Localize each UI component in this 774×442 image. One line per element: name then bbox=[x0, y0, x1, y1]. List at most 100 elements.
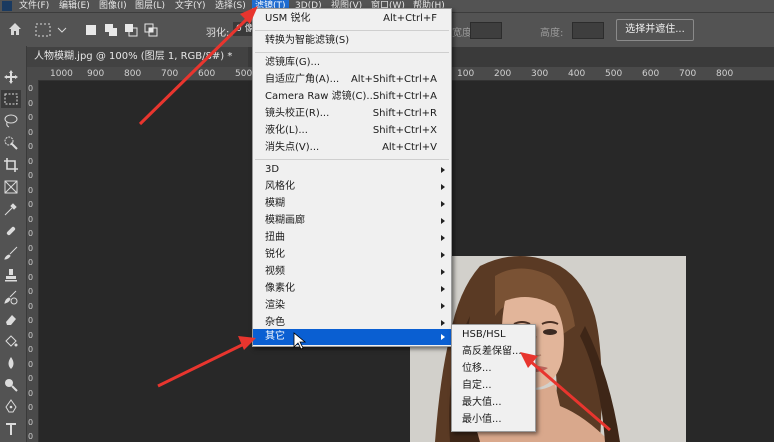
menu-item-label: 滤镜库(G)... bbox=[265, 57, 321, 68]
move-tool-icon[interactable] bbox=[1, 68, 21, 86]
width-input[interactable] bbox=[470, 22, 502, 39]
new-selection-icon[interactable] bbox=[84, 23, 98, 37]
paint-bucket-tool-icon[interactable] bbox=[1, 332, 21, 350]
menu-item-other[interactable]: 其它 bbox=[253, 329, 451, 345]
ruler-tick-label: 0 bbox=[28, 330, 34, 340]
menu-item-video[interactable]: 视频 bbox=[253, 264, 451, 280]
marquee-preset-icon[interactable] bbox=[34, 21, 70, 39]
feather-input[interactable]: 0 像 bbox=[233, 22, 254, 36]
height-label: 高度: bbox=[540, 28, 564, 39]
menu-item-shortcut: Alt+Ctrl+F bbox=[383, 13, 437, 24]
menu-item-stylize[interactable]: 风格化 bbox=[253, 179, 451, 195]
menu-item-render[interactable]: 渲染 bbox=[253, 298, 451, 314]
menu-item-vanishing-point[interactable]: 消失点(V)... Alt+Ctrl+V bbox=[253, 140, 451, 156]
quick-select-tool-icon[interactable] bbox=[1, 134, 21, 152]
marquee-tool-icon[interactable] bbox=[1, 90, 21, 108]
menu-item-pixelate[interactable]: 像素化 bbox=[253, 281, 451, 297]
blur-tool-icon[interactable] bbox=[1, 354, 21, 372]
menu-item-label: 视频 bbox=[265, 266, 285, 277]
ruler-tick-label: 800 bbox=[716, 69, 734, 79]
menu-type[interactable]: 文字(Y) bbox=[172, 0, 209, 12]
menu-item-label: 模糊画廊 bbox=[265, 215, 305, 226]
menu-item-distort[interactable]: 扭曲 bbox=[253, 230, 451, 246]
ruler-tick-label: 0 bbox=[28, 214, 34, 224]
ruler-tick-label: 0 bbox=[28, 432, 34, 441]
home-icon[interactable] bbox=[8, 22, 22, 36]
dodge-tool-icon[interactable] bbox=[1, 376, 21, 394]
submenu-item-hsb-hsl[interactable]: HSB/HSL bbox=[452, 327, 535, 343]
ruler-tick-label: 900 bbox=[87, 69, 105, 79]
menu-item-convert-smart-filter[interactable]: 转换为智能滤镜(S) bbox=[253, 33, 451, 49]
type-tool-icon[interactable] bbox=[1, 420, 21, 438]
crop-tool-icon[interactable] bbox=[1, 156, 21, 174]
ruler-tick-label: 0 bbox=[28, 417, 34, 427]
ruler-tick-label: 0 bbox=[28, 200, 34, 209]
menu-item-shortcut: Shift+Ctrl+R bbox=[372, 108, 437, 119]
ruler-tick-label: 0 bbox=[28, 171, 34, 180]
submenu-item-offset[interactable]: 位移... bbox=[452, 361, 535, 377]
menu-item-label: 扭曲 bbox=[265, 232, 285, 243]
eraser-tool-icon[interactable] bbox=[1, 310, 21, 328]
menu-item-label: 其它 bbox=[265, 331, 285, 342]
menu-item-label: 消失点(V)... bbox=[265, 142, 320, 153]
clone-stamp-tool-icon[interactable] bbox=[1, 266, 21, 284]
submenu-arrow-icon bbox=[441, 218, 445, 224]
ruler-tick-label: 0 bbox=[28, 316, 34, 325]
menu-item-shortcut: Alt+Ctrl+V bbox=[382, 142, 437, 153]
menu-item-label: Camera Raw 滤镜(C)... bbox=[265, 91, 376, 102]
submenu-item-minimum[interactable]: 最小值... bbox=[452, 412, 535, 428]
ruler-tick-label: 0 bbox=[28, 258, 34, 267]
menu-item-usm-sharpen[interactable]: USM 锐化 Alt+Ctrl+F bbox=[253, 11, 451, 27]
lasso-tool-icon[interactable] bbox=[1, 112, 21, 130]
submenu-arrow-icon bbox=[441, 252, 445, 258]
subtract-selection-icon[interactable] bbox=[124, 23, 138, 37]
ruler-tick-label: 400 bbox=[568, 69, 586, 79]
ruler-tick-label: 0 bbox=[28, 98, 34, 108]
menu-item-3d[interactable]: 3D bbox=[253, 162, 451, 178]
history-brush-tool-icon[interactable] bbox=[1, 288, 21, 306]
menu-item-blur[interactable]: 模糊 bbox=[253, 196, 451, 212]
submenu-item-label: 自定... bbox=[462, 380, 492, 391]
menu-separator bbox=[255, 52, 449, 53]
menu-item-label: 风格化 bbox=[265, 181, 295, 192]
menu-image[interactable]: 图像(I) bbox=[96, 0, 130, 12]
menu-select[interactable]: 选择(S) bbox=[212, 0, 249, 12]
document-tab[interactable]: 人物模糊.jpg @ 100% (图层 1, RGB/8#) * bbox=[26, 47, 248, 67]
menu-item-adaptive-wide-angle[interactable]: 自适应广角(A)... Alt+Shift+Ctrl+A bbox=[253, 72, 451, 88]
ruler-tick-label: 0 bbox=[28, 403, 34, 412]
pen-tool-icon[interactable] bbox=[1, 398, 21, 416]
intersect-selection-icon[interactable] bbox=[144, 23, 158, 37]
add-selection-icon[interactable] bbox=[104, 23, 118, 37]
submenu-item-custom[interactable]: 自定... bbox=[452, 378, 535, 394]
photoshop-logo-icon bbox=[2, 1, 12, 11]
ruler-corner bbox=[26, 67, 38, 80]
ruler-tick-label: 0 bbox=[28, 156, 34, 166]
submenu-arrow-icon bbox=[441, 286, 445, 292]
menu-item-lens-correction[interactable]: 镜头校正(R)... Shift+Ctrl+R bbox=[253, 106, 451, 122]
menu-item-liquify[interactable]: 液化(L)... Shift+Ctrl+X bbox=[253, 123, 451, 139]
ruler-tick-label: 600 bbox=[198, 69, 216, 79]
menu-item-sharpen[interactable]: 锐化 bbox=[253, 247, 451, 263]
submenu-item-label: 高反差保留... bbox=[462, 346, 522, 357]
frame-tool-icon[interactable] bbox=[1, 178, 21, 196]
submenu-item-high-pass[interactable]: 高反差保留... bbox=[452, 344, 535, 360]
menu-item-filter-gallery[interactable]: 滤镜库(G)... bbox=[253, 55, 451, 71]
menu-file[interactable]: 文件(F) bbox=[16, 0, 52, 12]
menu-item-camera-raw[interactable]: Camera Raw 滤镜(C)... Shift+Ctrl+A bbox=[253, 89, 451, 105]
ruler-tick-label: 300 bbox=[531, 69, 549, 79]
menu-edit[interactable]: 编辑(E) bbox=[56, 0, 93, 12]
submenu-item-maximum[interactable]: 最大值... bbox=[452, 395, 535, 411]
menu-item-label: 转换为智能滤镜(S) bbox=[265, 35, 350, 46]
submenu-arrow-icon bbox=[441, 201, 445, 207]
other-submenu: HSB/HSL 高反差保留... 位移... 自定... 最大值... 最小值.… bbox=[451, 324, 536, 432]
healing-brush-tool-icon[interactable] bbox=[1, 222, 21, 240]
submenu-item-label: 位移... bbox=[462, 363, 492, 374]
menu-separator bbox=[255, 159, 449, 160]
menu-item-blur-gallery[interactable]: 模糊画廊 bbox=[253, 213, 451, 229]
brush-tool-icon[interactable] bbox=[1, 244, 21, 262]
ruler-tick-label: 0 bbox=[28, 374, 34, 383]
eyedropper-tool-icon[interactable] bbox=[1, 200, 21, 218]
select-and-mask-button[interactable]: 选择并遮住... bbox=[616, 19, 694, 41]
menu-layer[interactable]: 图层(L) bbox=[132, 0, 168, 12]
height-input[interactable] bbox=[572, 22, 604, 39]
